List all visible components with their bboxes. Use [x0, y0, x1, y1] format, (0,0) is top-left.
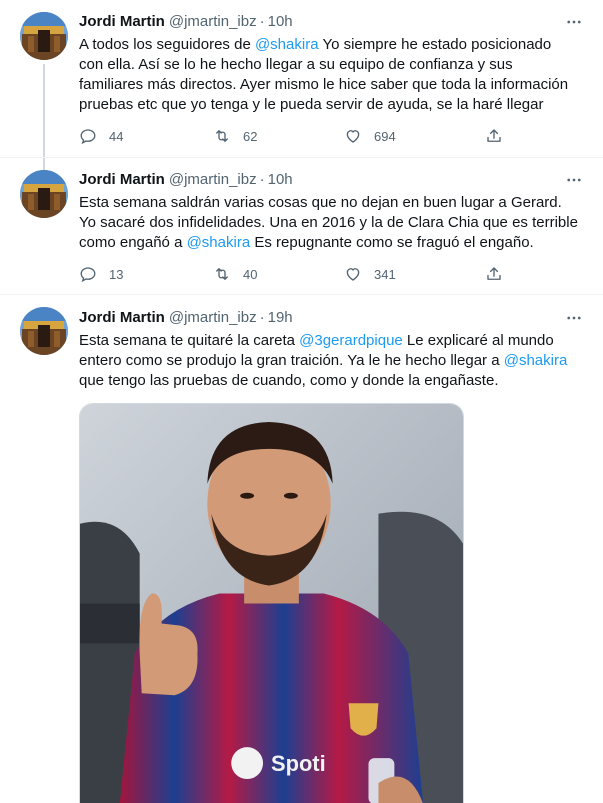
tweet-actions: 13 40 341: [79, 264, 519, 284]
avatar[interactable]: [20, 12, 68, 60]
share-icon: [487, 267, 501, 280]
separator-dot: ·: [259, 309, 265, 326]
reply-button[interactable]: 44: [79, 126, 123, 146]
retweet-button[interactable]: 62: [213, 126, 257, 146]
tweet-header: Jordi Martin @jmartin_ibz · 10h: [79, 12, 293, 32]
avatar[interactable]: [20, 170, 68, 218]
tweet-actions: 44 62 694: [79, 126, 519, 146]
author-name[interactable]: Jordi Martin: [79, 171, 165, 188]
mention-link[interactable]: @3gerardpique: [299, 332, 403, 349]
share-button[interactable]: [485, 126, 503, 146]
author-handle[interactable]: @jmartin_ibz: [169, 13, 257, 30]
like-count: 694: [374, 128, 396, 144]
mention-link[interactable]: @shakira: [255, 36, 319, 53]
author-name[interactable]: Jordi Martin: [79, 309, 165, 326]
like-count: 341: [374, 266, 396, 282]
mention-link[interactable]: @shakira: [504, 352, 568, 369]
tweet-time[interactable]: 10h: [268, 13, 293, 30]
retweet-button[interactable]: 40: [213, 264, 257, 284]
author-name[interactable]: Jordi Martin: [79, 13, 165, 30]
more-icon[interactable]: [563, 12, 585, 32]
tweet-header: Jordi Martin @jmartin_ibz · 10h: [79, 170, 293, 190]
text-part: Esta semana te quitaré la careta: [79, 332, 300, 349]
tweet-header: Jordi Martin @jmartin_ibz · 19h: [79, 308, 293, 328]
tweet-time[interactable]: 19h: [268, 309, 293, 326]
avatar-image: [20, 307, 68, 355]
more-icon[interactable]: [563, 170, 585, 190]
retweet-icon: [216, 268, 228, 280]
author-handle[interactable]: @jmartin_ibz: [169, 309, 257, 326]
tweet-photo[interactable]: Spoti: [79, 403, 464, 803]
sponsor-text: Spoti: [271, 751, 326, 776]
separator-dot: ·: [259, 13, 265, 30]
author-handle[interactable]: @jmartin_ibz: [169, 171, 257, 188]
reply-icon: [80, 267, 96, 283]
retweet-icon: [216, 130, 228, 142]
thread-line: [43, 64, 45, 157]
thread-line: [43, 158, 45, 170]
heart-icon: [346, 268, 360, 281]
reply-count: 13: [109, 266, 124, 282]
like-button[interactable]: 694: [344, 126, 396, 146]
tweet-text: Esta semana saldrán varias cosas que no …: [79, 193, 579, 253]
reply-icon: [80, 129, 96, 145]
mention-link[interactable]: @shakira: [187, 234, 251, 251]
tweet-2[interactable]: Jordi Martin @jmartin_ibz · 10h Esta semana…: [0, 157, 603, 294]
photo-image: Spoti: [80, 404, 463, 803]
like-button[interactable]: 341: [344, 264, 396, 284]
text-part: que tengo las pruebas de cuando, como y …: [79, 372, 499, 389]
tweet-text: Esta semana te quitaré la careta @3gerar…: [79, 331, 579, 391]
retweet-count: 40: [243, 266, 258, 282]
tweet-1[interactable]: Jordi Martin @jmartin_ibz · 10h A todos los…: [0, 0, 603, 157]
share-button[interactable]: [485, 264, 503, 284]
avatar[interactable]: [20, 307, 68, 355]
retweet-count: 62: [243, 128, 258, 144]
more-icon[interactable]: [563, 308, 585, 328]
separator-dot: ·: [259, 171, 265, 188]
tweet-time[interactable]: 10h: [268, 171, 293, 188]
reply-button[interactable]: 13: [79, 264, 123, 284]
avatar-image: [20, 12, 68, 60]
text-part: Es repugnante como se fraguó el engaño.: [250, 234, 534, 251]
tweet-3[interactable]: Jordi Martin @jmartin_ibz · 19h Esta semana…: [0, 294, 603, 803]
heart-icon: [346, 130, 360, 143]
reply-count: 44: [109, 128, 124, 144]
avatar-image: [20, 170, 68, 218]
share-icon: [487, 129, 501, 142]
tweet-text: A todos los seguidores de @shakira Yo si…: [79, 35, 579, 115]
text-part: A todos los seguidores de: [79, 36, 255, 53]
